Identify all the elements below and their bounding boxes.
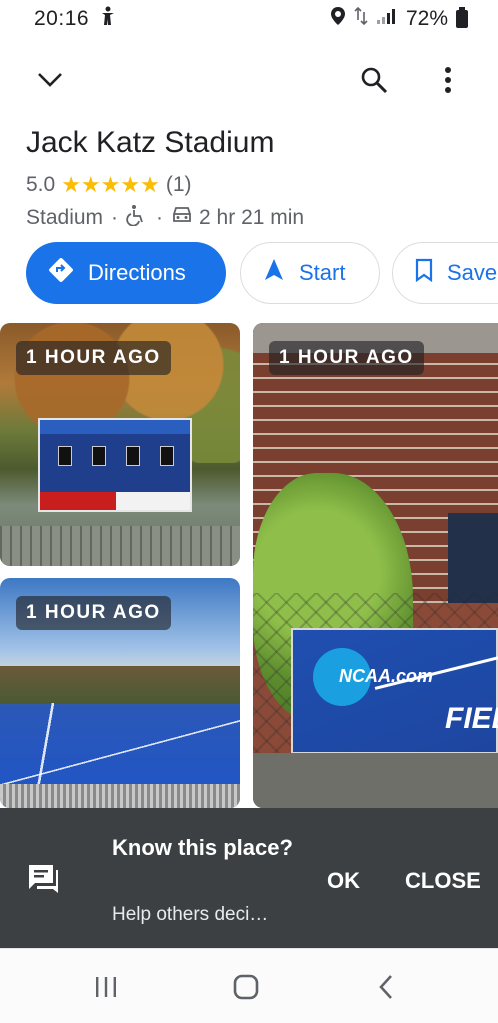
search-icon[interactable] [350,56,398,104]
bookmark-icon [415,258,433,288]
battery-text: 72% [405,7,448,30]
snackbar-subtitle: Help others deci… [112,904,269,925]
ok-button[interactable]: OK [327,868,360,894]
photo-time-label: 1 HOUR AGO [16,596,171,630]
rating-row: 5.0 ★★★★★ (1) [26,172,192,198]
start-label: Start [299,260,346,285]
banner-text-field: FIEL [445,702,498,735]
save-button[interactable]: Save [392,242,498,304]
battery-icon [456,7,468,28]
photo-banner: NCAA.com FIEL [291,628,498,754]
status-left: 20:16 [34,6,117,32]
close-button[interactable]: CLOSE [405,868,481,894]
recent-apps-icon[interactable] [82,967,130,1007]
status-right: 72% [330,6,468,32]
photo-field[interactable]: 1 HOUR AGO [0,578,240,808]
rating-value: 5.0 [26,173,56,196]
more-vert-icon[interactable] [424,56,472,104]
home-icon[interactable] [222,967,270,1007]
drive-time: 2 hr 21 min [199,206,305,229]
snackbar-title: Know this place? [112,835,293,860]
meta-row: Stadium · · 2 hr 21 min [26,204,304,232]
photo-treeline [0,666,240,704]
start-button[interactable]: Start [240,242,380,304]
system-nav-bar [0,948,498,1023]
status-time: 20:16 [34,7,90,30]
directions-label: Directions [88,260,186,285]
photo-fence [0,526,240,566]
review-count[interactable]: (1) [166,173,192,197]
car-icon [171,205,193,231]
place-title: Jack Katz Stadium [26,126,275,159]
know-this-place-snackbar: Know this place? Help others deci… OK CL… [0,808,498,948]
rating-stars: ★★★★★ [61,172,160,197]
chevron-down-icon[interactable] [26,56,74,104]
accessibility-person-icon [99,6,117,32]
separator-dot: · [111,206,119,229]
navigation-arrow-icon [263,258,285,288]
data-arrows-icon [354,6,368,32]
photo-time-label: 1 HOUR AGO [16,341,171,375]
action-chips: Directions Start Save [26,242,498,304]
save-label: Save [447,260,498,285]
feedback-chat-icon [26,862,60,896]
photo-time-label: 1 HOUR AGO [269,341,424,375]
photo-ncaa-banner[interactable]: NCAA.com FIEL 1 HOUR AGO [253,323,498,808]
directions-button[interactable]: Directions [26,242,226,304]
location-pin-icon [330,6,346,32]
signal-icon [376,7,398,31]
status-bar: 20:16 72% [0,0,498,38]
app-bar [0,50,498,110]
back-icon[interactable] [362,967,410,1007]
place-category: Stadium [26,206,104,229]
directions-icon [48,257,74,289]
banner-text: NCAA.com [339,666,434,686]
wheelchair-icon [126,204,148,232]
separator-dot: · [156,206,164,229]
scoreboard-image [38,418,192,512]
photo-scoreboard[interactable]: 1 HOUR AGO [0,323,240,566]
